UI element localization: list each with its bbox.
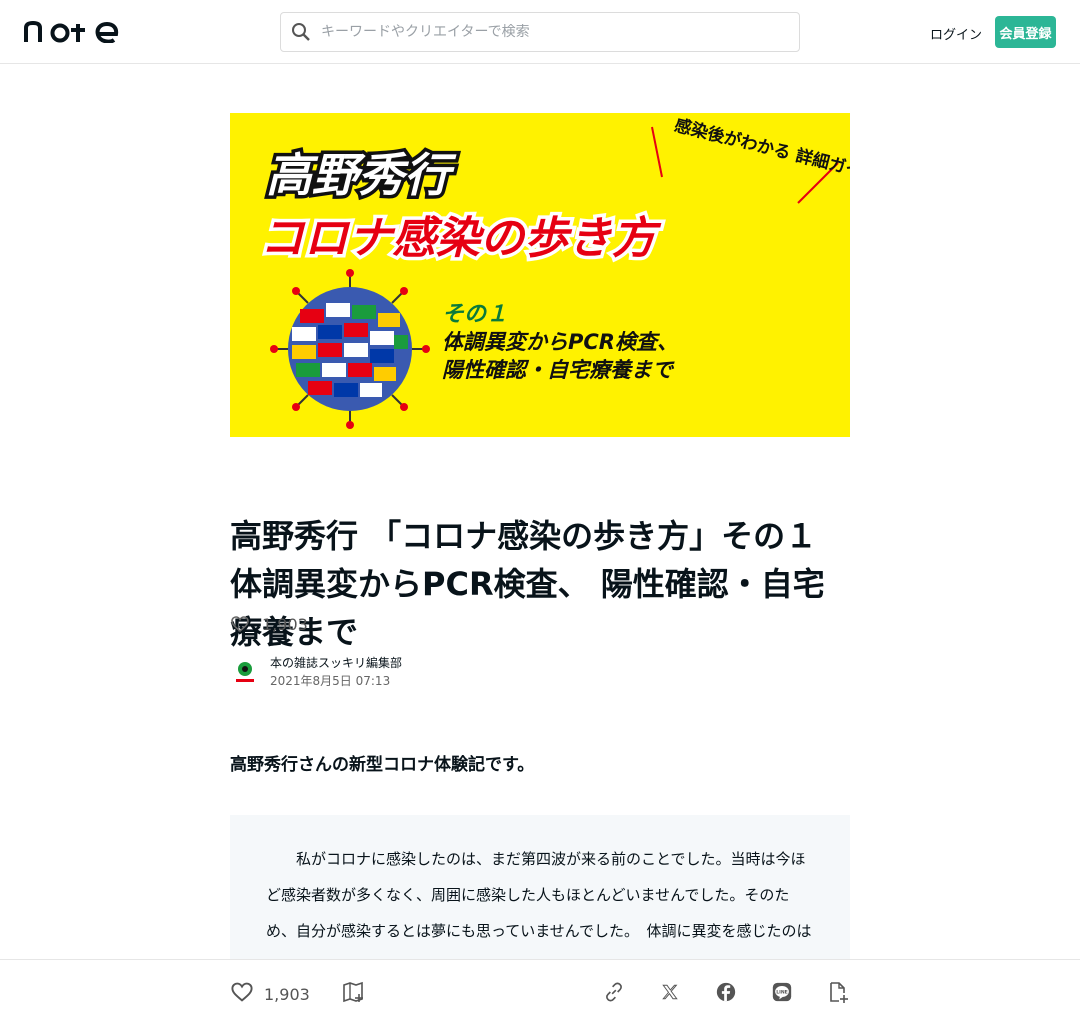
note-logo-icon xyxy=(24,21,119,43)
author-avatar[interactable] xyxy=(230,657,260,687)
hero-sub2: 陽性確認・自宅療養まで xyxy=(442,358,675,382)
quote-block: 私がコロナに感染したのは、まだ第四波が来る前のことでした。当時は今ほど感染者数が… xyxy=(230,815,850,1012)
search-input[interactable] xyxy=(321,24,761,40)
login-link[interactable]: ログイン xyxy=(930,24,982,43)
note-logo[interactable] xyxy=(24,18,122,46)
magazine-add-icon[interactable] xyxy=(341,980,365,1004)
flag-virus-icon xyxy=(270,269,430,429)
svg-text:LINE: LINE xyxy=(776,989,788,995)
bottom-action-bar: 1,903 LINE xyxy=(0,959,1080,1024)
author-name[interactable]: 本の雑誌スッキリ編集部 xyxy=(270,654,402,672)
signup-button[interactable]: 会員登録 xyxy=(995,16,1056,48)
like-count: 1,903 xyxy=(262,614,308,634)
like-row[interactable]: 1,903 xyxy=(230,614,308,634)
search-icon xyxy=(291,22,311,42)
facebook-share-icon[interactable] xyxy=(714,980,738,1004)
hero-title-line1: 高野秀行 xyxy=(266,148,457,202)
hero-title-line2: コロナ感染の歩き方 xyxy=(260,213,662,264)
bottom-like-button[interactable]: 1,903 xyxy=(230,980,310,1008)
bottom-like-count: 1,903 xyxy=(264,984,310,1004)
article-title: 高野秀行 「コロナ感染の歩き方」その１ 体調異変からPCR検査、 陽性確認・自宅… xyxy=(230,517,825,651)
article-lead: 高野秀行さんの新型コロナ体験記です。 xyxy=(230,755,535,775)
heart-icon[interactable] xyxy=(230,614,250,634)
search-box[interactable] xyxy=(280,12,800,52)
author-block[interactable]: 本の雑誌スッキリ編集部 2021年8月5日 07:13 xyxy=(230,654,402,690)
hero-image: 高野秀行 コロナ感染の歩き方 感染後がわかる 詳細ガイド その１ 体調異変からP… xyxy=(230,113,850,437)
hero-sub1: 体調異変からPCR検査、 xyxy=(442,330,678,354)
embed-add-icon[interactable] xyxy=(826,980,850,1004)
top-header: ログイン 会員登録 xyxy=(0,0,1080,64)
x-share-icon[interactable] xyxy=(658,980,682,1004)
post-date: 2021年8月5日 07:13 xyxy=(270,674,391,688)
hero-part: その１ xyxy=(442,302,508,327)
heart-icon xyxy=(230,980,254,1008)
link-icon[interactable] xyxy=(602,980,626,1004)
line-share-icon[interactable]: LINE xyxy=(770,980,794,1004)
